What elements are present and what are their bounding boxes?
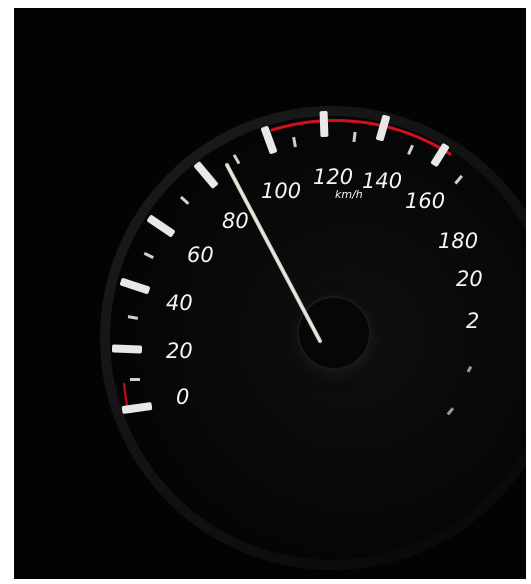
scale-label-200: 20 [456, 267, 483, 291]
speedometer-photo: 0 20 40 60 80 100 120 140 160 180 20 2 k… [14, 8, 526, 579]
scale-label-0: 0 [176, 385, 189, 409]
scale-label-180: 180 [438, 229, 478, 253]
scale-label-40: 40 [166, 291, 193, 315]
needle-hub [297, 296, 371, 370]
scale-label-160: 160 [405, 189, 445, 213]
scale-label-20: 20 [166, 339, 193, 363]
speedometer-gauge: 0 20 40 60 80 100 120 140 160 180 20 2 k… [100, 106, 526, 570]
scale-label-100: 100 [261, 179, 301, 203]
scale-label-140: 140 [362, 169, 402, 193]
scale-label-220: 2 [466, 309, 479, 333]
speed-unit-label: km/h [335, 188, 363, 201]
scale-label-120: 120 [313, 165, 353, 189]
scale-label-80: 80 [222, 209, 249, 233]
scale-label-60: 60 [187, 243, 214, 267]
